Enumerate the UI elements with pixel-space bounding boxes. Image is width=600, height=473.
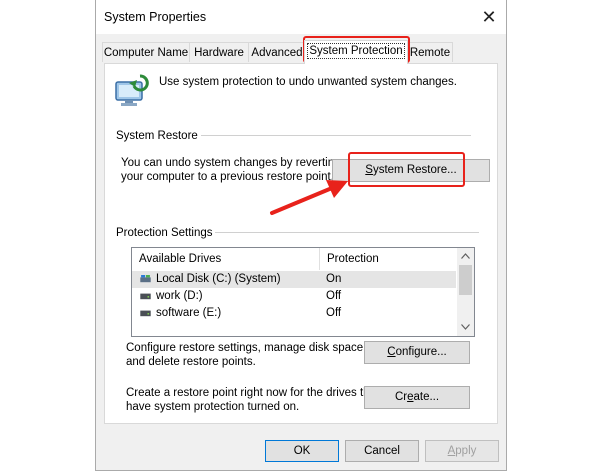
scroll-up-icon[interactable] xyxy=(461,253,470,259)
ok-button[interactable]: OK xyxy=(265,440,339,462)
close-icon[interactable]: ✕ xyxy=(476,4,502,30)
system-properties-window: System Properties ✕ Computer Name Hardwa… xyxy=(95,0,507,471)
system-drive-icon xyxy=(140,275,151,283)
tab-label: Computer Name xyxy=(103,47,189,59)
tab-strip: Computer Name Hardware Advanced System P… xyxy=(96,40,506,64)
system-restore-header: System Restore xyxy=(116,130,198,142)
create-desc-line2: have system protection turned on. xyxy=(126,401,300,413)
window-title: System Properties xyxy=(104,10,207,24)
screenshot-canvas: { "window": { "title": "System Propertie… xyxy=(0,0,600,473)
button-label-part: pply xyxy=(455,445,477,457)
column-header-drives[interactable]: Available Drives xyxy=(132,248,320,270)
button-label-part: ate... xyxy=(413,391,440,403)
tab-hardware[interactable]: Hardware xyxy=(189,42,249,62)
configure-desc-line1: Configure restore settings, manage disk … xyxy=(126,342,367,354)
drive-name: software (E:) xyxy=(156,307,222,319)
annotation-box-restore-button xyxy=(348,152,465,187)
vertical-scrollbar[interactable] xyxy=(457,248,474,336)
protection-status: On xyxy=(326,273,342,285)
tab-label: System Protection xyxy=(307,43,405,59)
tab-label: Advanced xyxy=(251,47,303,59)
intro-text: Use system protection to undo unwanted s… xyxy=(159,76,457,88)
protection-status: Off xyxy=(326,290,342,302)
configure-desc-line2: and delete restore points. xyxy=(126,356,256,368)
divider xyxy=(215,232,479,233)
tab-remote[interactable]: Remote xyxy=(407,42,453,62)
button-label-part: Cr xyxy=(394,391,408,403)
tab-computer-name[interactable]: Computer Name xyxy=(102,42,190,62)
create-button[interactable]: Create... xyxy=(364,386,470,409)
button-accelerator: C xyxy=(387,346,396,358)
system-protection-icon xyxy=(115,74,149,106)
drive-name: work (D:) xyxy=(156,290,203,302)
drive-cell: work (D:) xyxy=(139,288,203,305)
drives-table: Available Drives Protection Local Disk (… xyxy=(131,247,475,337)
drive-cell: software (E:) xyxy=(139,305,221,322)
configure-button[interactable]: Configure... xyxy=(364,341,470,364)
button-label-part: onfigure... xyxy=(395,346,447,358)
drive-icon xyxy=(140,293,151,300)
table-row[interactable]: software (E:) Off xyxy=(132,305,456,322)
tab-system-protection[interactable]: System Protection xyxy=(304,40,408,64)
tab-label: Hardware xyxy=(194,47,244,59)
drive-icon xyxy=(140,310,151,317)
apply-button[interactable]: Apply xyxy=(425,440,499,462)
annotation-arrow-icon xyxy=(270,180,348,215)
column-header-protection[interactable]: Protection xyxy=(320,248,456,270)
drive-name: Local Disk (C:) (System) xyxy=(156,273,281,285)
scroll-thumb[interactable] xyxy=(459,265,472,295)
drive-cell: Local Disk (C:) (System) xyxy=(139,271,281,288)
tab-advanced[interactable]: Advanced xyxy=(248,42,306,62)
tab-label: Remote xyxy=(409,47,451,59)
system-restore-desc-line1: You can undo system changes by reverting xyxy=(121,157,341,169)
create-desc-line1: Create a restore point right now for the… xyxy=(126,387,380,399)
protection-status: Off xyxy=(326,307,342,319)
table-row[interactable]: Local Disk (C:) (System) On xyxy=(132,271,456,288)
table-row[interactable]: work (D:) Off xyxy=(132,288,456,305)
cancel-button[interactable]: Cancel xyxy=(345,440,419,462)
scroll-down-icon[interactable] xyxy=(461,324,470,330)
system-protection-panel: Use system protection to undo unwanted s… xyxy=(104,63,498,424)
title-bar: System Properties ✕ xyxy=(96,0,506,34)
divider xyxy=(201,135,471,136)
protection-settings-header: Protection Settings xyxy=(116,227,213,239)
